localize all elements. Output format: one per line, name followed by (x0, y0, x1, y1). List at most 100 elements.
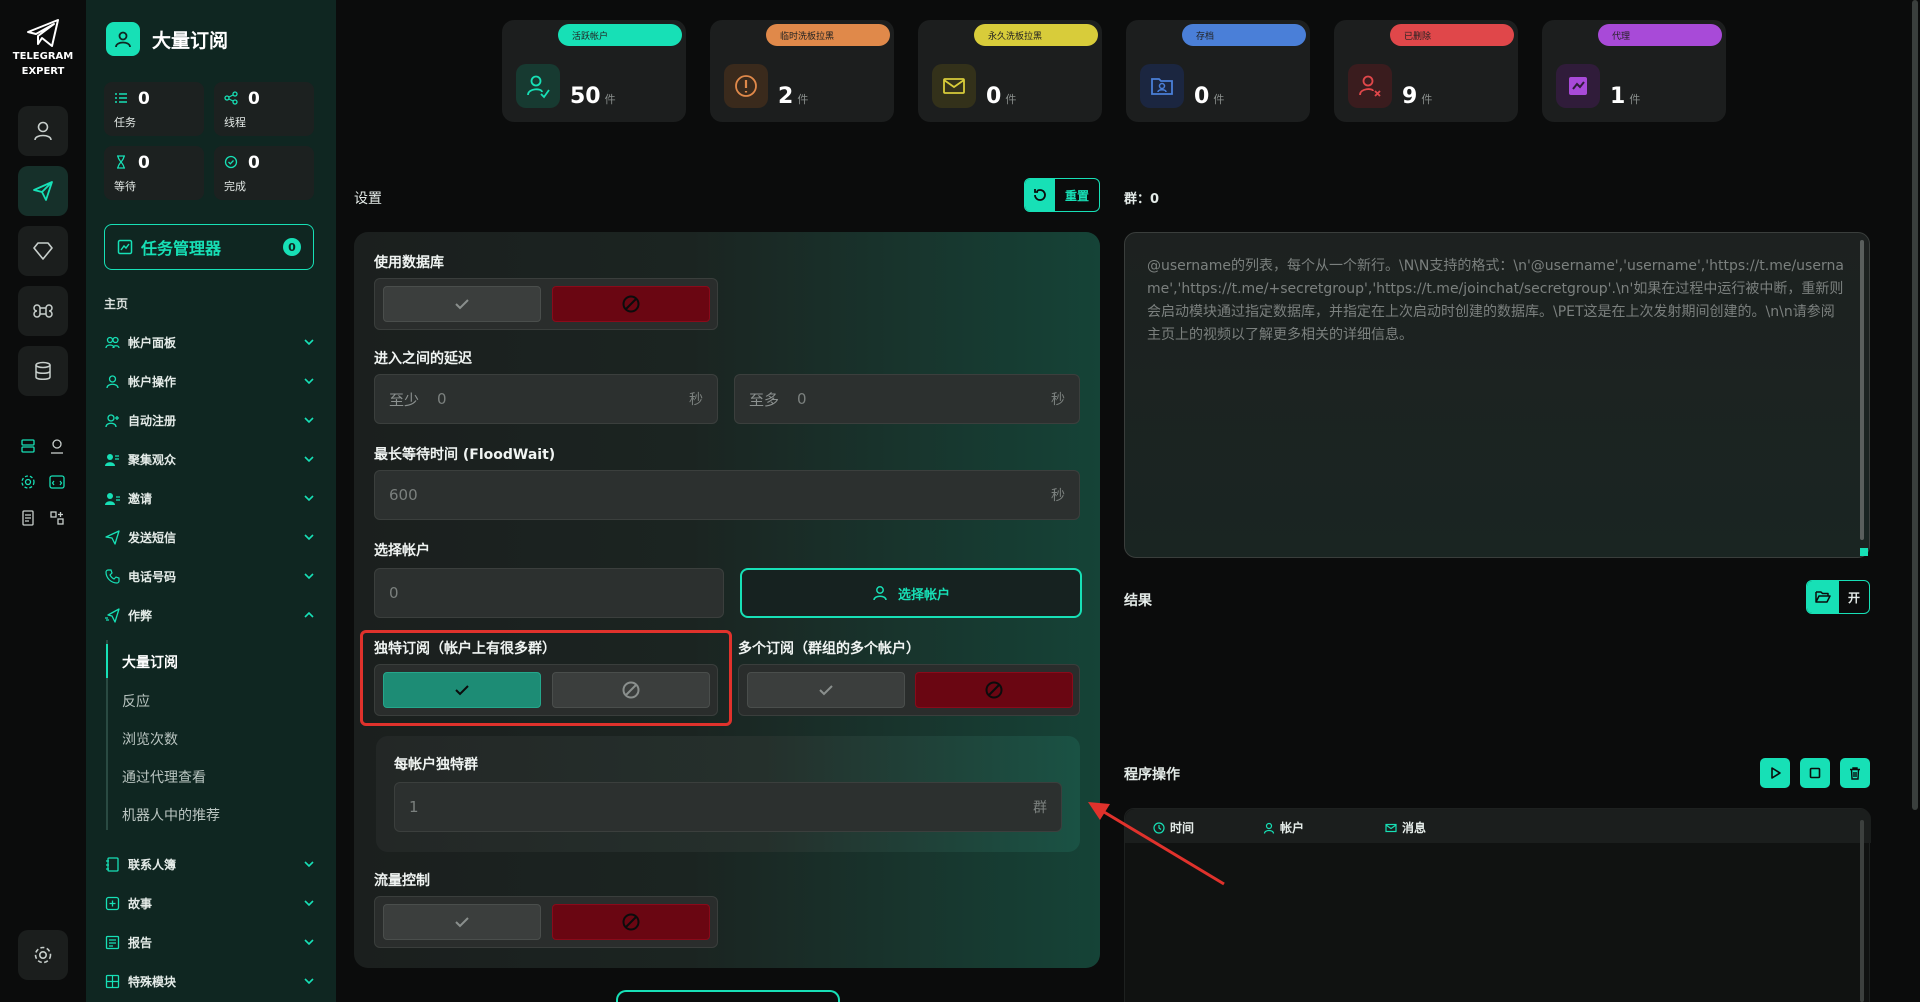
card-proxy[interactable]: 代理 1件 (1542, 20, 1726, 122)
chevron-down-icon (304, 456, 314, 463)
document-icon[interactable] (18, 508, 38, 528)
command-icon (33, 304, 53, 318)
clear-log-button[interactable] (1840, 758, 1870, 788)
sidebar-item-invite[interactable]: 邀请 (104, 486, 316, 510)
sidebar-item-send-sms[interactable]: 发送短信 (104, 525, 316, 549)
ban-icon (985, 681, 1003, 699)
sidebar-item-reports[interactable]: 报告 (104, 930, 316, 954)
submenu-item-mass-subscribe[interactable]: 大量订阅 (122, 652, 178, 672)
play-button[interactable] (1760, 758, 1790, 788)
rail-settings-button[interactable] (18, 930, 68, 980)
sidebar-item-account-panel[interactable]: 帐户面板 (104, 330, 316, 354)
chevron-down-icon (304, 861, 314, 868)
delay-min-unit: 秒 (689, 392, 703, 408)
delay-max-input[interactable]: 至多 0 秒 (734, 374, 1080, 424)
sidebar-item-label: 帐户操作 (128, 374, 177, 389)
server-icon[interactable] (18, 436, 38, 456)
code-window-icon[interactable] (47, 472, 67, 492)
grid-icon[interactable] (47, 508, 67, 528)
gear-icon (34, 946, 52, 964)
sidebar-item-account-ops[interactable]: 帐户操作 (104, 369, 316, 393)
rail-database-button[interactable] (18, 346, 68, 396)
rail-send-button[interactable] (18, 166, 68, 216)
location-user-icon[interactable] (47, 436, 67, 456)
rail-premium-button[interactable] (18, 226, 68, 276)
unique-per-account-value: 1 (409, 798, 419, 816)
card-value-wrap: 2件 (778, 84, 808, 109)
log-scrollbar[interactable] (1860, 820, 1864, 1002)
groups-textarea[interactable]: @username的列表，每个从一个新行。\N\N支持的格式：\n'@usern… (1124, 232, 1870, 558)
task-manager-button[interactable]: 任务管理器 0 (104, 224, 314, 270)
floodwait-input[interactable]: 600 秒 (374, 470, 1080, 520)
sidebar-item-special-modules[interactable]: 特殊模块 (104, 969, 316, 993)
select-account-input[interactable]: 0 (374, 568, 724, 618)
multi-sub-on-button[interactable] (747, 672, 905, 708)
reset-label: 重置 (1064, 188, 1089, 203)
chevron-down-icon (304, 378, 314, 385)
flow-control-off-button[interactable] (552, 904, 710, 940)
card-tag: 活跃帐户 (558, 24, 682, 46)
card-perm-ban[interactable]: 永久洗板拉黑 0件 (918, 20, 1102, 122)
use-db-off-button[interactable] (552, 286, 710, 322)
card-active-accounts[interactable]: 活跃帐户 50 件 (502, 20, 686, 122)
sidebar-item-auto-register[interactable]: 自动注册 (104, 408, 316, 432)
open-result-button[interactable]: 开 (1806, 580, 1870, 614)
page-scrollbar[interactable] (1912, 0, 1918, 810)
user-badge-icon (106, 22, 140, 56)
add-square-icon (104, 895, 120, 911)
sidebar-item-label: 联系人簿 (128, 857, 177, 872)
flow-control-on-button[interactable] (383, 904, 541, 940)
use-db-on-button[interactable] (383, 286, 541, 322)
textarea-resize-handle[interactable] (1860, 548, 1868, 556)
card-archive[interactable]: 存档 0件 (1126, 20, 1310, 122)
card-unit: 件 (1005, 93, 1017, 106)
groups-count-label: 群：0 (1124, 192, 1160, 207)
sidebar-item-label: 发送短信 (128, 530, 177, 545)
reset-button[interactable]: 重置 (1024, 178, 1100, 212)
stop-button[interactable] (1800, 758, 1830, 788)
start-button[interactable] (616, 990, 840, 1002)
user-icon (873, 586, 887, 601)
multi-sub-off-button[interactable] (915, 672, 1073, 708)
textarea-scrollbar[interactable] (1860, 240, 1864, 540)
sidebar-item-contacts[interactable]: 联系人簿 (104, 852, 316, 876)
card-value-wrap: 1件 (1610, 84, 1640, 109)
sidebar-item-stories[interactable]: 故事 (104, 891, 316, 915)
users-group-icon (104, 451, 120, 467)
unique-per-account-input[interactable]: 1 群 (394, 782, 1062, 832)
select-account-button-label: 选择帐户 (897, 587, 950, 603)
ban-icon (622, 295, 640, 313)
chevron-down-icon (304, 573, 314, 580)
delay-min-input[interactable]: 至少 0 秒 (374, 374, 718, 424)
log-table: 时间 帐户 消息 (1124, 808, 1871, 1002)
select-account-button[interactable]: 选择帐户 (740, 568, 1082, 618)
rail-command-button[interactable] (18, 286, 68, 336)
hourglass-icon (117, 155, 125, 169)
settings-gear-icon[interactable] (18, 472, 38, 492)
card-unit: 件 (797, 93, 809, 106)
check-icon (455, 917, 469, 928)
card-value: 0 (986, 84, 1002, 109)
submenu-item-views[interactable]: 浏览次数 (122, 729, 178, 749)
stat-label: 线程 (224, 116, 246, 129)
section-home-label: 主页 (104, 297, 129, 311)
sidebar-item-label: 作弊 (128, 608, 153, 623)
log-col-label: 消息 (1402, 821, 1427, 835)
folder-user-icon (1140, 64, 1184, 108)
card-value: 1 (1610, 84, 1626, 109)
card-deleted[interactable]: 已删除 9件 (1334, 20, 1518, 122)
card-unit: 件 (1629, 93, 1641, 106)
telegram-logo-icon (27, 19, 59, 47)
card-temp-ban[interactable]: 临时洗板拉黑 2件 (710, 20, 894, 122)
submenu-item-bot-referrals[interactable]: 机器人中的推荐 (122, 805, 220, 825)
sidebar-item-gather-audience[interactable]: 聚集观众 (104, 447, 316, 471)
submenu-item-proxy-views[interactable]: 通过代理查看 (122, 767, 206, 787)
submenu-item-reactions[interactable]: 反应 (122, 691, 150, 711)
delay-min-prefix: 至少 (389, 390, 420, 409)
sidebar-item-cheat[interactable]: 作弊 (104, 603, 316, 627)
rail-accounts-button[interactable] (18, 106, 68, 156)
folder-open-icon (1807, 581, 1839, 613)
sidebar-item-phone-numbers[interactable]: 电话号码 (104, 564, 316, 588)
settings-title: 设置 (354, 191, 382, 207)
trash-icon (1850, 767, 1860, 780)
